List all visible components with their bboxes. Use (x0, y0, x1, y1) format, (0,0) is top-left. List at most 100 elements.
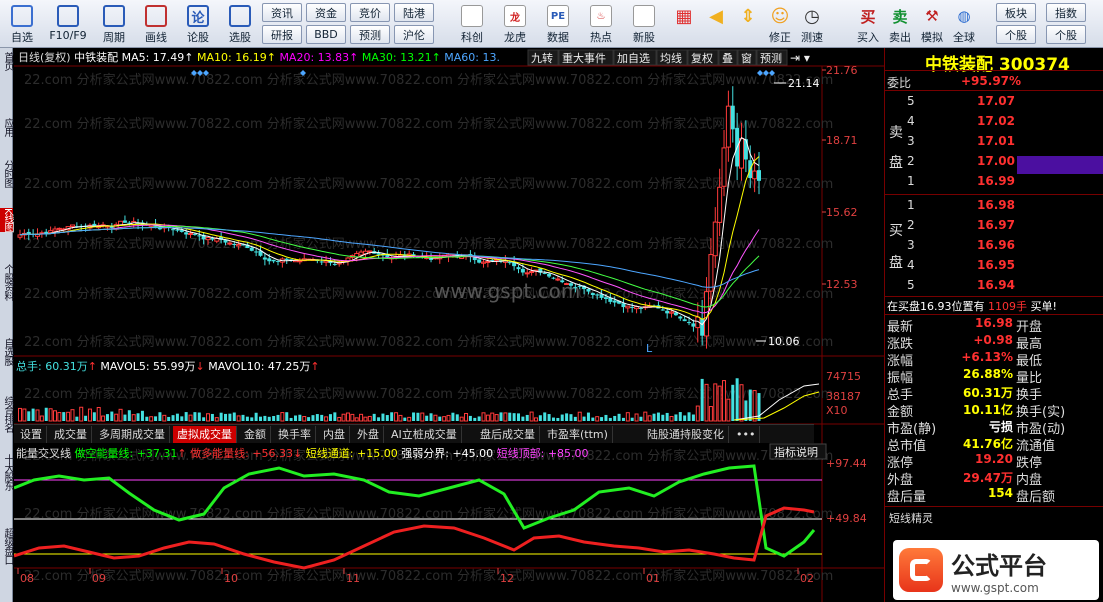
chart-menu-item[interactable]: 叠 (722, 52, 733, 65)
toolbar-fire-button[interactable]: ♨ 热点 (581, 2, 621, 46)
toolbar-buy-button[interactable]: 买买入 (852, 2, 884, 46)
chart-menu-item[interactable]: 复权 (691, 51, 713, 65)
left-tab[interactable]: 自选股 (0, 338, 13, 365)
volume-bar (442, 416, 447, 422)
buy-price[interactable]: 16.97 (977, 218, 1015, 232)
indicator-tab[interactable]: AI立桩成交量 (387, 426, 462, 443)
left-tab[interactable]: 分时图 (0, 160, 13, 187)
toolbar-button-label: 新股 (633, 31, 655, 44)
left-tab[interactable]: 应用 (0, 118, 13, 136)
candle-body (227, 242, 233, 245)
candle-body (573, 287, 578, 289)
toolbar-pe-button[interactable]: PE 数据 (538, 2, 578, 46)
chart-menu-item[interactable]: 九转 (531, 51, 553, 65)
sell-price[interactable]: 17.01 (977, 134, 1015, 148)
volume-bar (105, 414, 109, 421)
left-tab[interactable]: 综合排名 (0, 396, 13, 432)
sell-price[interactable]: 17.02 (977, 114, 1015, 128)
volume-bar (639, 416, 643, 421)
toolbar-small-button[interactable]: BBD (306, 25, 346, 44)
left-tab[interactable]: 首页 (0, 52, 13, 70)
candle-body (752, 170, 758, 180)
chart-menu-item[interactable]: 重大事件 (562, 51, 606, 65)
toolbar-small-button[interactable]: 陆港 (394, 3, 434, 22)
chart-menu-arrow-icon[interactable]: ⇥ ▾ (790, 51, 810, 65)
toolbar-globe-button[interactable]: ◍ 全球 (948, 2, 980, 46)
toolbar-smile-button[interactable]: ☺ 修正 (764, 2, 796, 46)
volume-bar (543, 412, 547, 421)
indicator-tab[interactable]: 内盘 (319, 426, 350, 443)
sell-price[interactable]: 16.99 (977, 174, 1015, 188)
volume-bar (613, 415, 617, 421)
toolbar-small-button[interactable]: 板块 (996, 3, 1036, 22)
buy-price[interactable]: 16.94 (977, 278, 1015, 292)
volume-bar (27, 411, 31, 421)
candle-body (332, 263, 337, 265)
toolbar-small-button[interactable]: 指数 (1046, 3, 1086, 22)
chart-menu-item[interactable]: 预测 (760, 52, 782, 65)
toolbar-small-button[interactable]: 资讯 (262, 3, 302, 22)
left-tab[interactable]: 十大股东 (0, 454, 13, 490)
toolbar-clock-button[interactable]: 周期 (94, 2, 134, 46)
volume-bar (214, 417, 219, 422)
buy-price[interactable]: 16.95 (977, 258, 1015, 272)
toolbar-small-button[interactable]: 资金 (306, 3, 346, 22)
indicator-help-button[interactable]: 指标说明 (774, 445, 818, 459)
toolbar-dragon-button[interactable]: 龙龙虎 (495, 2, 535, 46)
sell-price[interactable]: 17.07 (977, 94, 1015, 108)
toolbar-gauge-button[interactable]: 选股 (220, 2, 260, 46)
toolbar-hammer-button[interactable]: ⚒ 模拟 (916, 2, 948, 46)
indicator-tab[interactable]: 市盈率(ttm) (543, 426, 613, 443)
chart-canvas[interactable]: 22.com 分析家公式网www.70822.com 分析家公式网www.708… (14, 48, 884, 602)
indicator-tab[interactable]: 虚拟成交量 (173, 426, 237, 443)
volume-bar (259, 416, 263, 421)
toolbar-chart-button[interactable]: 科创 (452, 2, 492, 46)
chart-menu-item[interactable]: 加自选 (617, 52, 650, 65)
chart-menu-item[interactable]: 窗 (741, 51, 752, 65)
toolbar-new-button[interactable]: 新股 (624, 2, 664, 46)
indicator-tab[interactable]: 陆股通持股变化 (643, 426, 729, 443)
volume-bar (307, 417, 311, 421)
indicator-tab-bar: 设置 成交量 多周期成交量 虚拟成交量 金额 换手率 内盘 外盘 AI立桩成交量 盘后成交量 市盈率… (14, 424, 814, 443)
toolbar-small-button[interactable]: 个股 (996, 25, 1036, 44)
indicator-tab[interactable]: 设置 (16, 426, 47, 443)
toolbar-arrow-updown-button[interactable]: ⇕ (732, 2, 764, 46)
toolbar-small-button[interactable]: 沪伦 (394, 25, 434, 44)
toolbar-chat-button[interactable]: 论论股 (178, 2, 218, 46)
sell-price[interactable]: 17.00 (977, 154, 1015, 168)
toolbar-arrow-left-button[interactable]: ◀ (700, 2, 732, 46)
indicator-tab[interactable]: 成交量 (50, 426, 92, 443)
left-tab[interactable]: 个股资料 (0, 264, 13, 300)
indicator-tab[interactable]: 盘后成交量 (476, 426, 540, 443)
candle-body (507, 262, 512, 264)
toolbar-color-grid-button[interactable]: ▦ (668, 2, 700, 46)
toolbar-small-button[interactable]: 预测 (350, 25, 390, 44)
indicator-tab[interactable]: ••• (732, 426, 761, 443)
volume-bar (341, 413, 346, 422)
indicator-tab[interactable]: 金额 (240, 426, 271, 443)
volume-bar (459, 416, 464, 422)
indicator-tab[interactable]: 外盘 (353, 426, 384, 443)
buy-price[interactable]: 16.96 (977, 238, 1015, 252)
candle-body (232, 244, 237, 246)
volume-bar (350, 413, 355, 422)
buy-price[interactable]: 16.98 (977, 198, 1015, 212)
toolbar-small-button[interactable]: 个股 (1046, 25, 1086, 44)
toolbar-pencil-button[interactable]: 画线 (136, 2, 176, 46)
left-tab[interactable]: 超级盘口 (0, 528, 13, 564)
toolbar-button-label: 热点 (590, 31, 612, 44)
toolbar-button-label: 龙虎 (504, 31, 526, 44)
toolbar-small-button[interactable]: 竞价 (350, 3, 390, 22)
toolbar-grid-button[interactable]: 自选 (2, 2, 42, 46)
toolbar-sell-button[interactable]: 卖卖出 (884, 2, 916, 46)
left-tab[interactable]: K线图 (0, 208, 13, 232)
volume-bar (595, 416, 600, 422)
jingling-title[interactable]: 短线精灵 (889, 510, 933, 526)
chart-menu-item[interactable]: 均线 (660, 51, 682, 65)
toolbar-stopwatch-button[interactable]: ◷ 测速 (796, 2, 828, 46)
toolbar-small-button[interactable]: 研报 (262, 25, 302, 44)
toolbar-f10-button[interactable]: F10/F9 (44, 2, 92, 46)
indicator-tab[interactable]: 多周期成交量 (95, 426, 170, 443)
toolbar-button-label: 自选 (11, 31, 33, 44)
indicator-tab[interactable]: 换手率 (274, 426, 316, 443)
